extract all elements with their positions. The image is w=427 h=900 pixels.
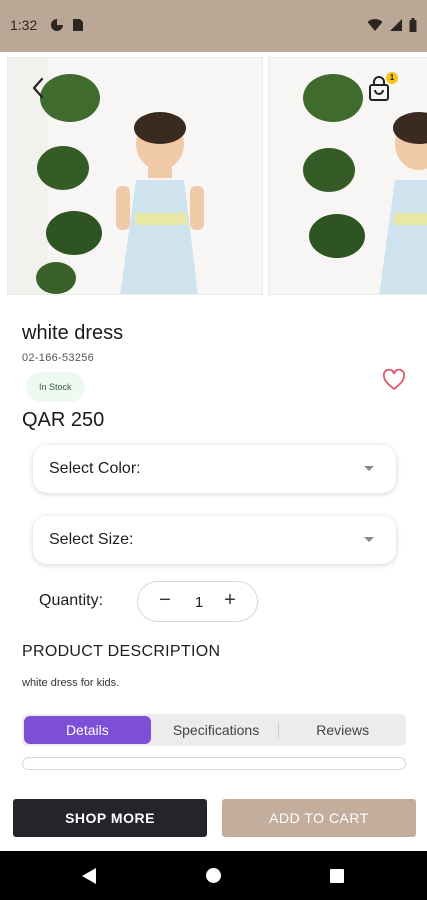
back-arrow-icon <box>32 77 44 99</box>
product-sku: 02-166-53256 <box>22 352 95 364</box>
quantity-value: 1 <box>194 594 204 611</box>
product-image-2[interactable] <box>268 57 427 295</box>
system-navigation-bar <box>0 851 427 900</box>
battery-icon <box>409 18 417 32</box>
data-saver-icon <box>51 19 63 31</box>
size-select[interactable]: Select Size: <box>33 516 396 564</box>
status-time: 1:32 <box>10 17 38 33</box>
tab-specifications-label: Specifications <box>172 722 260 738</box>
back-button[interactable] <box>24 74 52 102</box>
color-select[interactable]: Select Color: <box>33 445 396 493</box>
nav-home-icon[interactable] <box>206 868 221 883</box>
tab-specifications[interactable]: Specifications <box>153 714 280 746</box>
quantity-label: Quantity: <box>39 592 104 609</box>
size-select-label: Select Size: <box>49 531 134 548</box>
description-text: white dress for kids. <box>22 677 120 689</box>
wishlist-button[interactable] <box>382 368 406 393</box>
dropdown-caret-icon <box>364 466 374 471</box>
stock-status-badge: In Stock <box>26 372 85 402</box>
quantity-increase-button[interactable]: + <box>221 589 239 611</box>
cart-button[interactable]: 1 <box>366 72 398 104</box>
add-to-cart-button[interactable]: ADD TO CART <box>222 799 416 837</box>
product-tabs: Details Specifications Reviews <box>22 714 406 746</box>
cart-count-badge: 1 <box>386 72 398 84</box>
quantity-stepper: − 1 + <box>137 581 258 622</box>
shop-more-button[interactable]: SHOP MORE <box>13 799 207 837</box>
cellular-signal-icon <box>390 19 402 31</box>
quantity-decrease-button[interactable]: − <box>156 589 174 611</box>
nav-back-icon[interactable] <box>82 868 96 884</box>
color-select-label: Select Color: <box>49 460 141 477</box>
wifi-icon <box>367 19 383 31</box>
status-right-icons <box>367 18 417 32</box>
dropdown-caret-icon <box>364 537 374 542</box>
nav-recents-icon[interactable] <box>330 869 344 883</box>
product-title: white dress <box>22 322 124 344</box>
status-left-icons <box>50 18 84 32</box>
sim-card-icon <box>73 19 83 31</box>
tab-content-panel <box>22 757 406 770</box>
product-image-gallery[interactable] <box>0 52 427 300</box>
product-price: QAR 250 <box>22 409 105 431</box>
tab-reviews[interactable]: Reviews <box>279 714 406 746</box>
product-photo <box>269 58 427 294</box>
description-heading: PRODUCT DESCRIPTION <box>22 643 221 660</box>
tab-details[interactable]: Details <box>24 716 151 744</box>
heart-outline-icon <box>382 368 406 390</box>
status-bar: 1:32 <box>0 0 427 52</box>
